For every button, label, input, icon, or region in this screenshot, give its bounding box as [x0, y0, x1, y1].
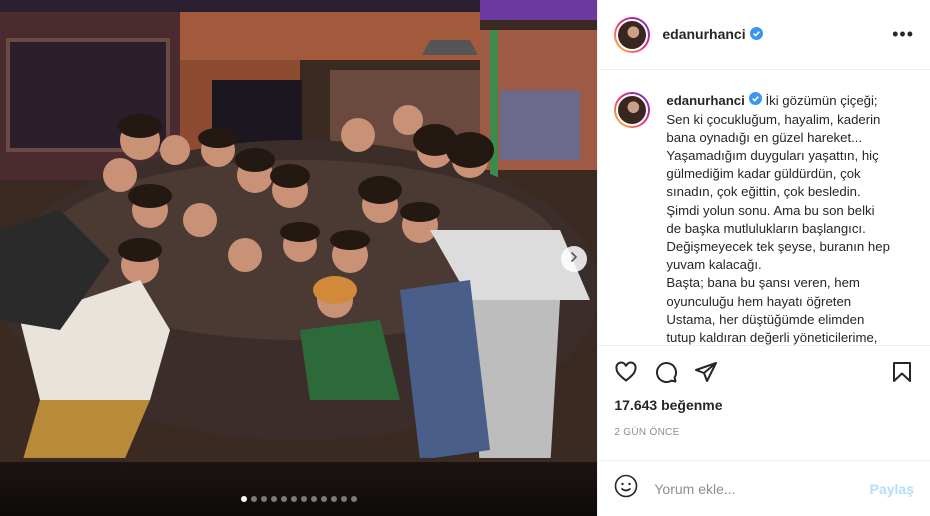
verified-badge-icon	[749, 27, 763, 43]
caption: edanurhanci İki gözümün çiçeği; Sen ki ço…	[614, 92, 914, 345]
caption-line: İki gözümün çiçeği;	[765, 93, 878, 108]
comments-section: edanurhanci İki gözümün çiçeği; Sen ki ço…	[598, 70, 930, 345]
caption-line: yuvam kalacağı.	[666, 257, 762, 273]
carousel-dot	[240, 496, 247, 502]
caption-line: Sen ki çocukluğum, hayalim, kaderin	[666, 111, 881, 127]
carousel-dot	[350, 496, 357, 502]
caption-line: Yaşamadığım duyguları yaşattın, hiç	[666, 148, 879, 164]
caption-line: oyunculuğu hem hayatı öğreten	[666, 293, 852, 309]
post-media[interactable]	[0, 0, 598, 516]
action-bar	[598, 345, 930, 397]
caption-avatar[interactable]	[614, 92, 651, 128]
verified-badge-icon	[748, 92, 762, 110]
heart-icon[interactable]	[614, 360, 638, 384]
share-icon[interactable]	[694, 360, 718, 384]
more-options-icon[interactable]: •••	[892, 24, 914, 45]
caption-username[interactable]: edanurhanci	[666, 92, 762, 110]
carousel-dot	[330, 496, 337, 502]
post-photo	[0, 0, 598, 516]
post-date[interactable]: 2 GÜN ÖNCE	[598, 427, 930, 438]
caption-line: tutup kaldıran değerli yöneticilerime,	[666, 330, 878, 345]
avatar[interactable]	[614, 16, 651, 53]
carousel-dot	[340, 496, 347, 502]
caption-line: sınadın, çok eğittin, çok besledin.	[666, 184, 861, 200]
carousel-indicator	[0, 496, 597, 502]
carousel-next-button[interactable]	[561, 246, 587, 272]
caption-text: edanurhanci İki gözümün çiçeği; Sen ki ço…	[666, 92, 890, 345]
carousel-dot	[310, 496, 317, 502]
caption-line: gülmediğim kadar güldürdün, çok	[666, 166, 861, 182]
carousel-dot	[320, 496, 327, 502]
bookmark-icon[interactable]	[890, 360, 914, 384]
caption-line: Şimdi yolun sonu. Ama bu son belki	[666, 202, 875, 218]
post-comment-button[interactable]: Paylaş	[870, 481, 914, 497]
caption-line: de başka mutlulukların başlangıcı.	[666, 220, 866, 236]
chevron-right-icon	[568, 250, 580, 268]
caption-line: Ustama, her düştüğümde elimden	[666, 311, 865, 327]
caption-line: bana oynadığı en güzel hareket...	[666, 129, 863, 145]
emoji-icon[interactable]	[614, 474, 638, 503]
carousel-dot	[260, 496, 267, 502]
carousel-dot	[270, 496, 277, 502]
carousel-dot	[250, 496, 257, 502]
likes-count[interactable]: 17.643 beğenme	[598, 397, 930, 413]
instagram-post: edanurhanci ••• edanurhanci İki gözümün …	[0, 0, 930, 516]
carousel-dot	[290, 496, 297, 502]
post-header: edanurhanci •••	[598, 0, 930, 70]
caption-line: Değişmeyecek tek şeyse, buranın hep	[666, 239, 890, 255]
carousel-dot	[280, 496, 287, 502]
comment-icon[interactable]	[654, 360, 678, 384]
comment-input[interactable]	[652, 479, 870, 498]
carousel-dot	[300, 496, 307, 502]
caption-line: Başta; bana bu şansı veren, hem	[666, 275, 860, 291]
comment-form: Paylaş	[598, 460, 930, 516]
post-sidebar: edanurhanci ••• edanurhanci İki gözümün …	[597, 0, 930, 516]
header-username[interactable]: edanurhanci	[662, 26, 763, 43]
